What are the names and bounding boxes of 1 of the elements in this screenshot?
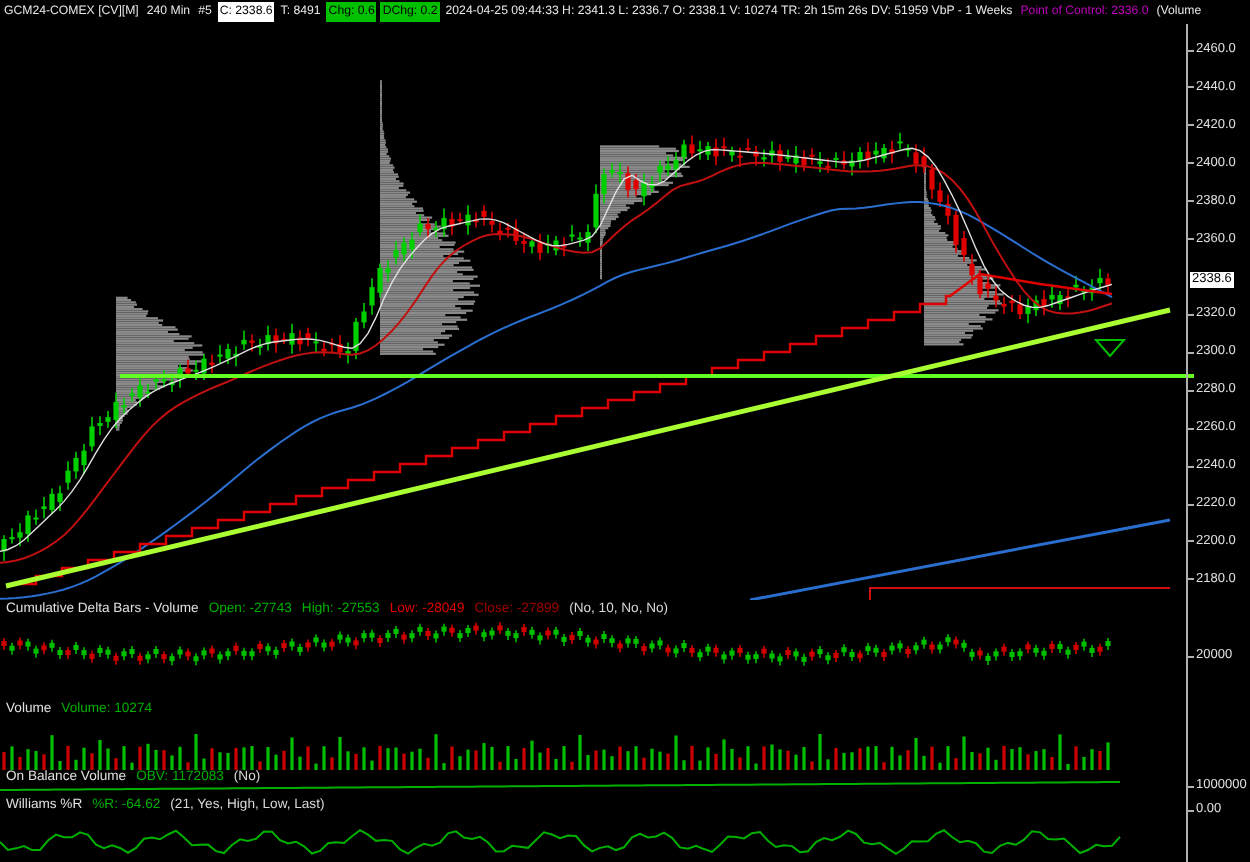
down-arrow-icon <box>1093 339 1127 358</box>
